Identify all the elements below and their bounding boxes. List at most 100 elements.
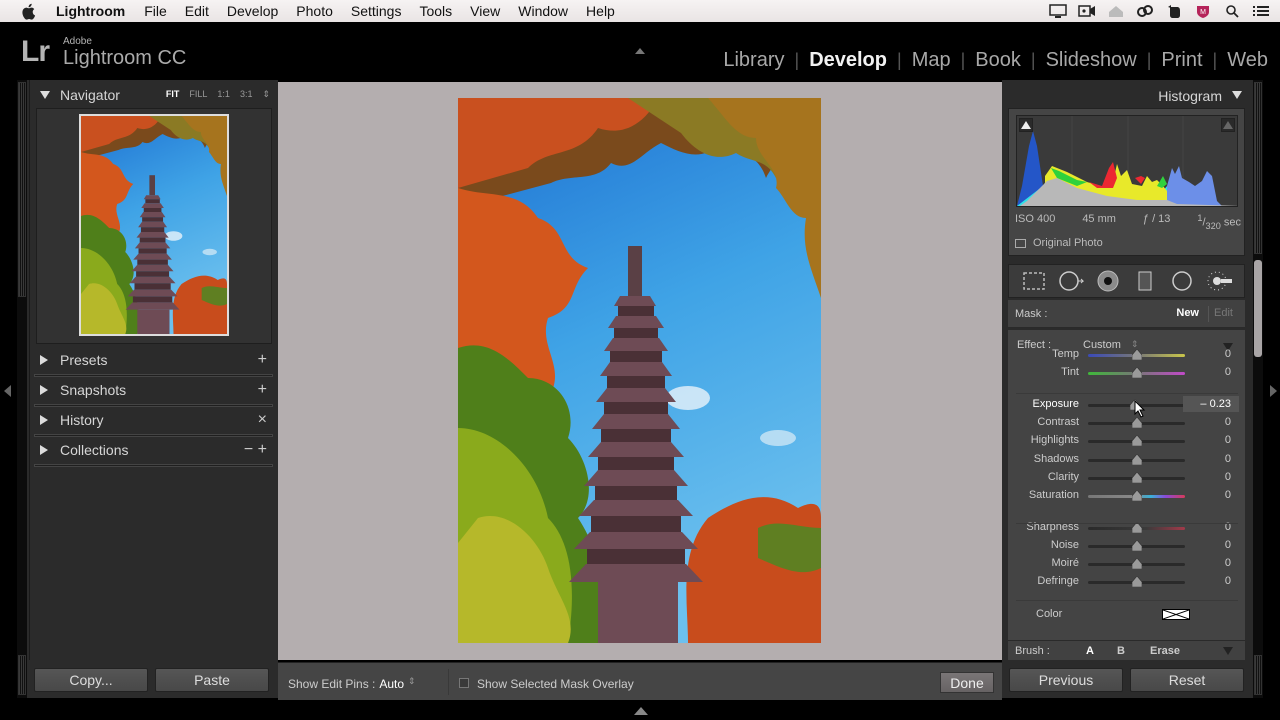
menu-photo[interactable]: Photo	[296, 3, 333, 19]
slider-value[interactable]: 0	[1225, 471, 1231, 483]
module-print[interactable]: Print	[1161, 49, 1202, 72]
done-button[interactable]: Done	[940, 672, 994, 693]
evernote-icon[interactable]	[1164, 3, 1184, 19]
slider-value[interactable]: 0	[1225, 366, 1231, 378]
expand-left-panel-icon[interactable]	[4, 385, 11, 397]
menu-window[interactable]: Window	[518, 3, 568, 19]
original-photo-toggle[interactable]: Original Photo	[1015, 237, 1103, 249]
crop-overlay-icon[interactable]	[1021, 268, 1047, 294]
zoom-fill[interactable]: FILL	[189, 89, 207, 100]
menu-help[interactable]: Help	[586, 3, 615, 19]
spot-removal-icon[interactable]	[1058, 268, 1084, 294]
slider-thumb[interactable]	[1131, 434, 1142, 447]
color-swatch[interactable]	[1162, 609, 1190, 620]
slider-thumb[interactable]	[1131, 453, 1142, 466]
slider-thumb[interactable]	[1131, 575, 1142, 588]
menu-settings[interactable]: Settings	[351, 3, 402, 19]
mask-edit-button[interactable]: Edit	[1214, 307, 1233, 319]
add-snapshot-icon[interactable]: +	[258, 381, 267, 399]
collections-add-remove-icon[interactable]: − +	[244, 441, 267, 459]
menu-tools[interactable]: Tools	[419, 3, 452, 19]
brush-b-button[interactable]: B	[1117, 645, 1125, 657]
expand-right-panel-icon[interactable]	[1270, 385, 1277, 397]
slider-thumb[interactable]	[1131, 471, 1142, 484]
slider-label[interactable]: Contrast	[1037, 416, 1079, 428]
creative-cloud-icon[interactable]	[1135, 3, 1155, 19]
menu-file[interactable]: File	[144, 3, 167, 19]
menu-view[interactable]: View	[470, 3, 500, 19]
module-book[interactable]: Book	[975, 49, 1021, 72]
slider-label[interactable]: Saturation	[1029, 489, 1079, 501]
collapse-top-panel-icon[interactable]	[635, 48, 645, 54]
show-edit-pins-value[interactable]: Auto	[379, 677, 404, 691]
module-develop[interactable]: Develop	[809, 49, 887, 72]
red-eye-icon[interactable]	[1095, 268, 1121, 294]
show-edit-pins[interactable]: Show Edit Pins : Auto	[288, 677, 404, 691]
slider-value[interactable]: 0	[1225, 557, 1231, 569]
histogram-graph[interactable]	[1016, 115, 1238, 207]
slider-label[interactable]: Exposure	[1033, 398, 1079, 410]
slider-thumb[interactable]	[1131, 416, 1142, 429]
collections-panel-header[interactable]: Collections − +	[30, 435, 279, 467]
facetime-camera-icon[interactable]	[1077, 3, 1097, 19]
brush-collapse-icon[interactable]	[1223, 647, 1233, 655]
copy-button[interactable]: Copy...	[34, 668, 148, 692]
slider-label[interactable]: Tint	[1061, 366, 1079, 378]
menu-develop[interactable]: Develop	[227, 3, 278, 19]
slider-thumb[interactable]	[1131, 348, 1142, 361]
graduated-filter-icon[interactable]	[1132, 268, 1158, 294]
snapshots-panel-header[interactable]: Snapshots +	[30, 375, 279, 407]
slider-value[interactable]: – 0.23	[1183, 396, 1239, 412]
slider-label[interactable]: Defringe	[1037, 575, 1079, 587]
apple-logo-icon[interactable]	[20, 3, 36, 20]
slider-thumb[interactable]	[1131, 557, 1142, 570]
module-map[interactable]: Map	[912, 49, 951, 72]
zoom-fit[interactable]: FIT	[166, 89, 180, 100]
module-slideshow[interactable]: Slideshow	[1046, 49, 1137, 72]
slider-value[interactable]: 0	[1225, 575, 1231, 587]
zoom-1-1[interactable]: 1:1	[217, 89, 230, 100]
presets-panel-header[interactable]: Presets +	[30, 345, 279, 377]
slider-value[interactable]: 0	[1225, 416, 1231, 428]
history-panel-header[interactable]: History ×	[30, 405, 279, 437]
right-panel-grip-top[interactable]	[1254, 82, 1262, 254]
histogram-header[interactable]: Histogram	[1002, 80, 1252, 110]
menu-edit[interactable]: Edit	[185, 3, 209, 19]
module-web[interactable]: Web	[1227, 49, 1268, 72]
original-photo-checkbox[interactable]	[1015, 238, 1026, 248]
slider-value[interactable]: 0	[1225, 453, 1231, 465]
menu-app-name[interactable]: Lightroom	[56, 3, 125, 19]
right-panel-grip-bottom[interactable]	[1254, 655, 1262, 695]
mask-new-button[interactable]: New	[1176, 307, 1199, 319]
slider-label[interactable]: Clarity	[1048, 471, 1079, 483]
slider-label[interactable]: Highlights	[1031, 434, 1079, 446]
clear-history-icon[interactable]: ×	[258, 411, 267, 429]
shadow-clipping-toggle[interactable]	[1019, 118, 1033, 132]
adjustment-brush-icon[interactable]	[1206, 268, 1233, 294]
add-preset-icon[interactable]: +	[258, 351, 267, 369]
radial-filter-icon[interactable]	[1169, 268, 1195, 294]
left-panel-grip-bottom[interactable]	[18, 655, 26, 695]
slider-label[interactable]: Moiré	[1051, 557, 1079, 569]
reset-button[interactable]: Reset	[1130, 668, 1244, 692]
slider-value[interactable]: 0	[1225, 434, 1231, 446]
slider-value[interactable]: 0	[1225, 539, 1231, 551]
slider-label[interactable]: Noise	[1051, 539, 1079, 551]
filmstrip-toggle-icon[interactable]	[634, 707, 648, 715]
main-photo[interactable]	[458, 98, 821, 643]
notification-list-icon[interactable]	[1251, 3, 1271, 19]
previous-button[interactable]: Previous	[1009, 668, 1123, 692]
highlight-clipping-toggle[interactable]	[1221, 118, 1235, 132]
slider-label[interactable]: Temp	[1052, 348, 1079, 360]
navigator-header[interactable]: Navigator FIT FILL 1:1 3:1 ⇕	[30, 80, 278, 110]
slider-thumb[interactable]	[1131, 539, 1142, 552]
mask-overlay-checkbox[interactable]	[459, 678, 469, 688]
brush-erase-button[interactable]: Erase	[1150, 645, 1180, 657]
zoom-stepper-icon[interactable]: ⇕	[262, 89, 270, 100]
slider-thumb[interactable]	[1131, 489, 1142, 502]
edit-pins-stepper-icon[interactable]: ⇕	[408, 676, 416, 687]
mcafee-shield-icon[interactable]: M	[1193, 3, 1213, 19]
zoom-3-1[interactable]: 3:1	[240, 89, 253, 100]
brush-a-button[interactable]: A	[1086, 645, 1094, 657]
left-panel-grip-top[interactable]	[18, 82, 26, 297]
